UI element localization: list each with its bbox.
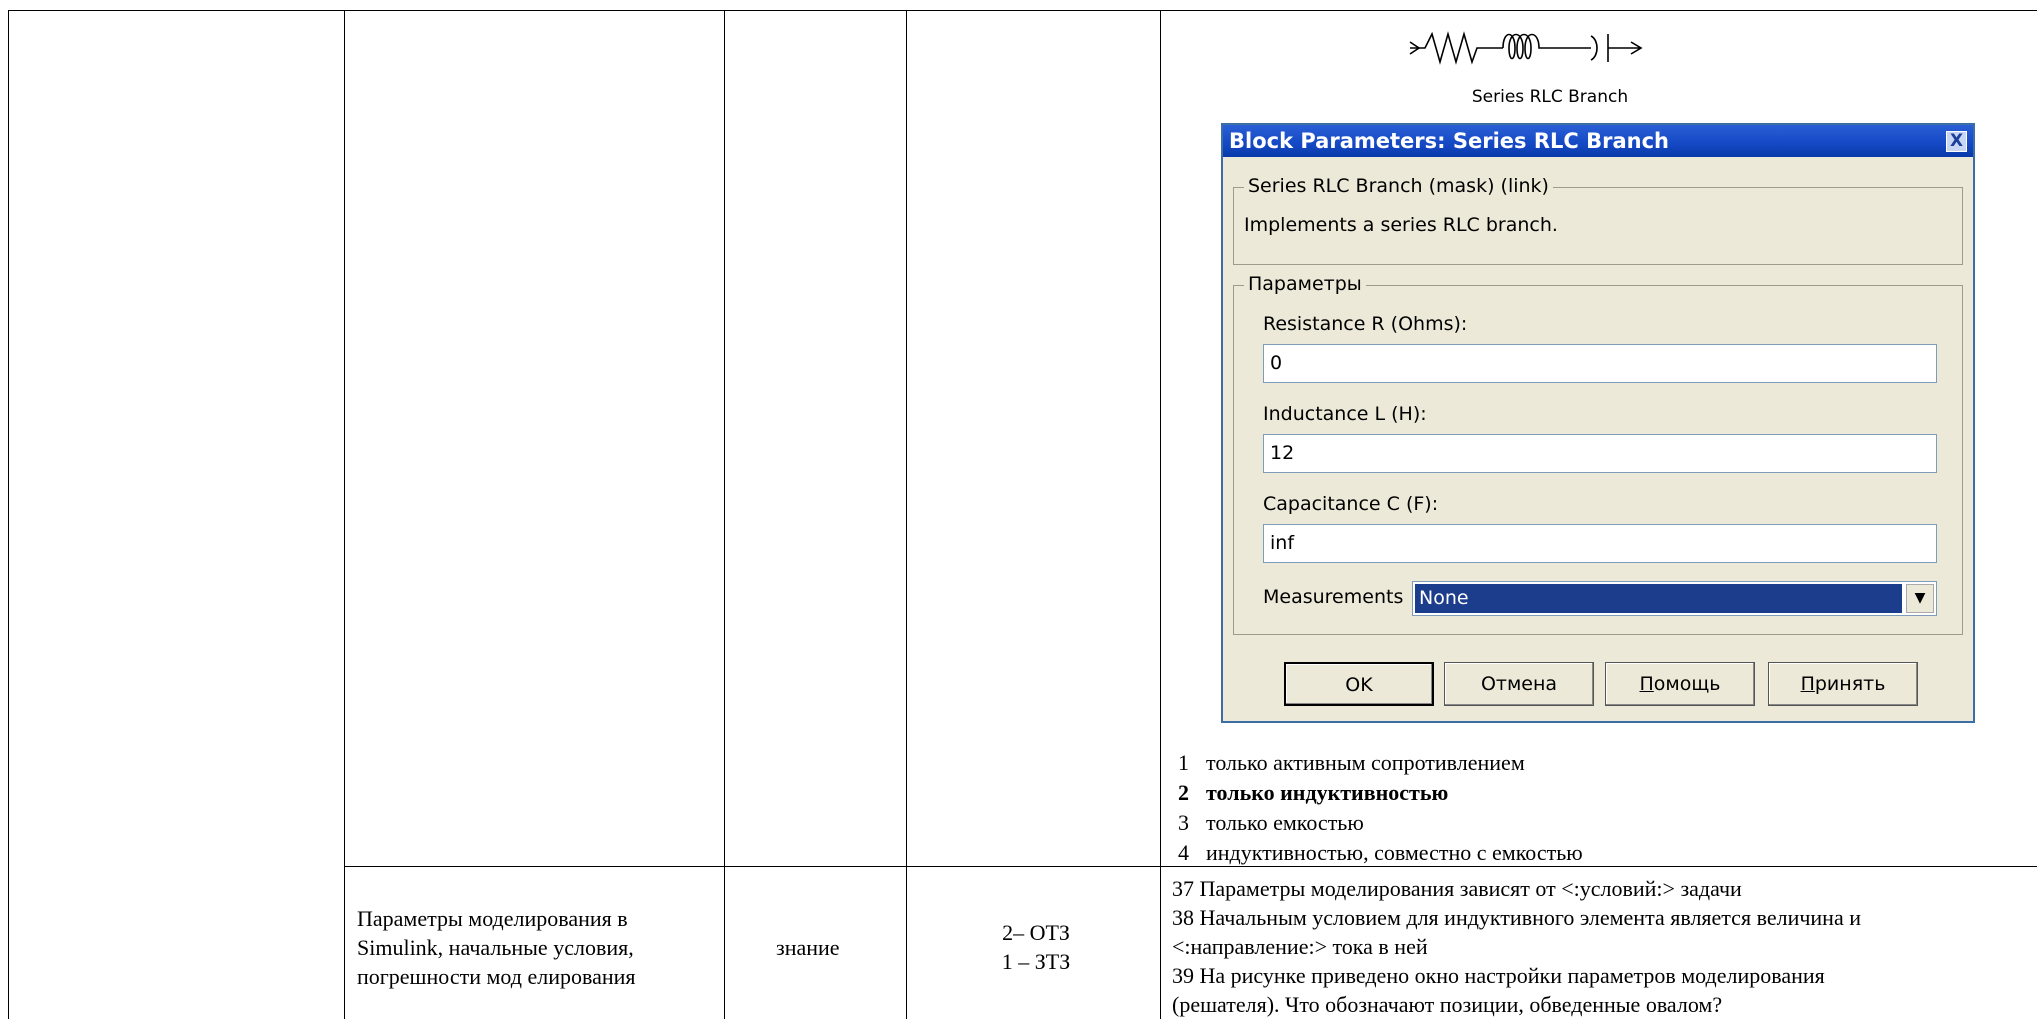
block-description: Implements a series RLC branch. [1244,214,1558,236]
answer-option: 3 только емкостью [1178,810,1364,835]
questions-cell: 37 Параметры моделирования зависят от <:… [1172,876,1861,1017]
answer-option-correct: 2 только индуктивностью [1178,780,1449,805]
answer-option: 4 индуктивностью, совместно с емкостью [1178,840,1583,865]
dropdown-arrow-icon[interactable]: ▼ [1906,584,1934,613]
measurements-selected-value: None [1415,584,1902,613]
apply-label: ринять [1814,673,1886,695]
resistance-input[interactable]: 0 [1263,344,1937,383]
inductance-input[interactable]: 12 [1263,434,1937,473]
task-codes-cell: 2– ОТЗ 1 – ЗТЗ [1001,920,1071,974]
dialog-title: Block Parameters: Series RLC Branch [1223,125,1973,157]
close-icon[interactable]: X [1946,131,1967,152]
table-column-divider [1160,10,1161,1019]
competence-type-cell: знание [776,935,840,960]
capacitance-label: Capacitance C (F): [1263,493,1439,515]
help-label: омощь [1653,673,1721,695]
table-column-divider [344,10,345,1019]
apply-button[interactable]: Принять [1768,662,1918,706]
help-button[interactable]: Помощь [1605,662,1755,706]
measurements-label: Measurements [1263,586,1404,608]
help-accelerator: П [1639,673,1654,695]
inductance-label: Inductance L (H): [1263,403,1427,425]
block-parameters-dialog: Block Parameters: Series RLC Branch X Se… [1221,123,1975,723]
table-column-divider [724,10,725,1019]
ok-button[interactable]: OK [1284,662,1434,706]
series-rlc-branch-symbol [1409,31,1643,65]
parameters-legend: Параметры [1244,273,1366,295]
mask-legend: Series RLC Branch (mask) (link) [1244,175,1553,197]
capacitance-input[interactable]: inf [1263,524,1937,563]
resistance-label: Resistance R (Ohms): [1263,313,1468,335]
table-border-top [8,10,2037,11]
table-border-left [8,10,9,1019]
table-column-divider [906,10,907,1019]
apply-accelerator: П [1800,673,1815,695]
measurements-select[interactable]: None ▼ [1412,581,1937,616]
topic-cell: Параметры моделирования в Simulink, нача… [357,906,636,989]
mask-group: Series RLC Branch (mask) (link) Implemen… [1233,175,1963,265]
answer-options: 1 только активным сопротивлением 2 только … [1178,748,1583,868]
cancel-button[interactable]: Отмена [1444,662,1594,706]
answer-option: 1 только активным сопротивлением [1178,750,1525,775]
block-label: Series RLC Branch [1471,87,1629,107]
